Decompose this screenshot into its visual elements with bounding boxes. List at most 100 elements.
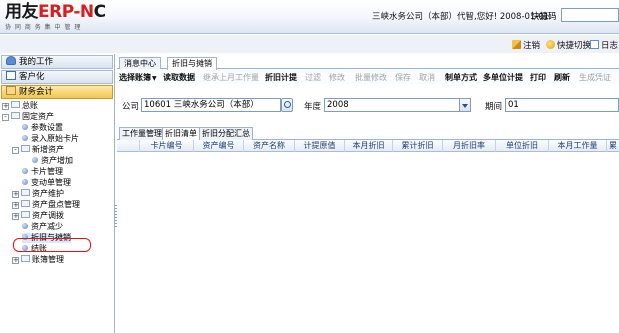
tree-item-enter-original-cards[interactable]: 录入原始卡片 xyxy=(22,134,79,144)
tree-item-change-order-management[interactable]: 变动单管理 xyxy=(22,178,71,188)
nav-header-finance[interactable]: 财务会计 xyxy=(1,85,113,99)
chevron-down-icon: ▼ xyxy=(152,75,157,82)
finance-icon xyxy=(6,86,16,95)
select-ledger-button[interactable]: 选择账簿▼ xyxy=(119,72,157,83)
collapse-icon[interactable]: - xyxy=(2,114,9,121)
search-icon[interactable] xyxy=(281,98,293,112)
expand-icon[interactable]: + xyxy=(12,191,19,198)
chevron-down-icon[interactable] xyxy=(459,98,471,112)
leaf-icon xyxy=(22,168,28,174)
column-header-accumulated[interactable]: 累 xyxy=(607,140,619,152)
grid-body[interactable] xyxy=(117,152,619,333)
tab-depreciation-amortization[interactable]: 折旧与摊销 xyxy=(167,57,217,70)
select-ledger-label: 选择账簿 xyxy=(119,73,151,82)
nav-header-label: 客户化 xyxy=(19,72,45,82)
company-field[interactable]: 10601 三峡水务公司（本部） xyxy=(141,98,281,112)
column-header-monthly-rate[interactable]: 月折旧率 xyxy=(443,140,496,152)
company-label: 公司 xyxy=(122,102,140,112)
tree-item-label: 账簿管理 xyxy=(32,255,64,264)
tree-item-fixed-assets[interactable]: - 固定资产 xyxy=(2,112,54,122)
log-link[interactable]: 日志 xyxy=(590,39,618,51)
tab-depreciation-allocation-summary[interactable]: 折旧分配汇总 xyxy=(199,127,253,140)
customize-icon xyxy=(6,71,16,80)
expand-icon[interactable]: + xyxy=(12,213,19,220)
read-data-button[interactable]: 读取数据 xyxy=(163,72,195,83)
period-select[interactable]: 01 xyxy=(505,98,619,112)
quick-code-input[interactable] xyxy=(561,8,619,22)
inherit-last-month-workload-button[interactable]: 继承上月工作量 xyxy=(203,72,259,83)
document-tabs: 消息中心 折旧与摊销 xyxy=(117,57,619,70)
batch-modify-button[interactable]: 批量修改 xyxy=(355,72,387,83)
tree-item-closing[interactable]: 结账 xyxy=(22,244,47,254)
column-header-card-no[interactable]: 卡片编号 xyxy=(140,140,194,152)
toolbar: 选择账簿▼ 读取数据 继承上月工作量 折旧计提 过滤 修改 批量修改 保存 取消… xyxy=(117,70,619,84)
modify-button[interactable]: 修改 xyxy=(329,72,345,83)
tree-item-label: 资产减少 xyxy=(31,222,63,231)
quick-switch-link[interactable]: 快捷切换 xyxy=(546,39,591,51)
logo-text-black: 用友 xyxy=(5,2,39,22)
app-logo: 用友ERP-NC 协 同 商 务 集 中 管 理 xyxy=(5,3,106,31)
filter-button[interactable]: 过滤 xyxy=(305,72,321,83)
column-header-monthly-depreciation[interactable]: 本月折旧 xyxy=(345,140,393,152)
tree-item-label: 资产盘点管理 xyxy=(32,200,80,209)
tree-item-label: 资产维护 xyxy=(32,189,64,198)
voucher-method-button[interactable]: 制单方式 xyxy=(445,72,477,83)
tree-item-depreciation-amortization[interactable]: 折旧与摊销 xyxy=(22,233,71,243)
tree-item-asset-maintenance[interactable]: + 资产维护 xyxy=(12,189,64,199)
folder-icon xyxy=(21,255,30,262)
log-label: 日志 xyxy=(601,41,619,51)
tree-item-asset-inventory[interactable]: + 资产盘点管理 xyxy=(12,200,80,210)
refresh-button[interactable]: 刷新 xyxy=(554,72,570,83)
column-header-unit-depreciation[interactable]: 单位折旧 xyxy=(496,140,549,152)
my-work-icon xyxy=(6,56,16,65)
logout-link[interactable]: 注销 xyxy=(512,39,540,51)
tree-item-asset-transfer[interactable]: + 资产调拨 xyxy=(12,211,64,221)
tree-item-label: 变动单管理 xyxy=(31,178,71,187)
quick-code-label: 快捷码 xyxy=(531,12,557,22)
nav-header-customize[interactable]: 客户化 xyxy=(1,70,113,84)
generate-voucher-button[interactable]: 生成凭证 xyxy=(579,72,611,83)
depreciation-accrual-button[interactable]: 折旧计提 xyxy=(265,72,297,83)
tab-message-center[interactable]: 消息中心 xyxy=(119,57,161,69)
save-button[interactable]: 保存 xyxy=(395,72,411,83)
column-header-accumulated-depreciation[interactable]: 累计折旧 xyxy=(393,140,443,152)
tree-item-ledger-management[interactable]: + 账簿管理 xyxy=(12,255,64,265)
tree-item-label: 录入原始卡片 xyxy=(31,134,79,143)
leaf-icon xyxy=(22,135,28,141)
expand-icon[interactable]: + xyxy=(12,202,19,209)
collapse-icon[interactable]: - xyxy=(12,147,19,154)
tree-item-asset-reduction[interactable]: 资产减少 xyxy=(22,222,63,232)
leaf-icon xyxy=(22,223,28,229)
expand-icon[interactable]: + xyxy=(12,257,19,264)
column-header-asset-name[interactable]: 资产名称 xyxy=(244,140,295,152)
nav-header-my-work[interactable]: 我的工作 xyxy=(1,55,113,69)
column-header-asset-no[interactable]: 资产编号 xyxy=(194,140,244,152)
sub-tabs: 工作量管理 折旧清单 折旧分配汇总 xyxy=(117,127,619,141)
year-select[interactable]: 2008 xyxy=(324,98,471,112)
tree-item-asset-addition[interactable]: 资产增加 xyxy=(32,156,73,166)
tree-item-card-management[interactable]: 卡片管理 xyxy=(22,167,63,177)
logo-text-black2: C xyxy=(93,2,106,22)
tree-item-parameter-settings[interactable]: 参数设置 xyxy=(22,123,63,133)
cancel-button[interactable]: 取消 xyxy=(419,72,435,83)
switch-icon xyxy=(546,40,555,49)
top-banner: 用友ERP-NC 协 同 商 务 集 中 管 理 三峡水务公司（本部）代智,您好… xyxy=(0,0,619,34)
left-nav-panel: 我的工作 客户化 财务会计 + 总账 - 固定资产 参数设置 录入原始卡片 - 新增资… xyxy=(0,54,115,333)
expand-icon[interactable]: + xyxy=(2,103,9,110)
tab-workload-management[interactable]: 工作量管理 xyxy=(119,127,165,140)
tab-depreciation-list[interactable]: 折旧清单 xyxy=(162,127,200,141)
folder-icon xyxy=(21,211,30,218)
tree-item-label: 结账 xyxy=(31,244,47,253)
print-button[interactable]: 打印 xyxy=(530,72,546,83)
nav-header-label: 财务会计 xyxy=(19,87,54,97)
folder-icon xyxy=(11,101,20,108)
folder-icon xyxy=(21,200,30,207)
column-header-monthly-workload[interactable]: 本月工作量 xyxy=(549,140,607,152)
multi-unit-accrual-button[interactable]: 多单位计提 xyxy=(483,72,523,83)
leaf-icon xyxy=(32,157,38,163)
column-header-original-value[interactable]: 计提原值 xyxy=(295,140,345,152)
tree-item-general-ledger[interactable]: + 总账 xyxy=(2,101,38,111)
leaf-icon xyxy=(22,179,28,185)
logout-label: 注销 xyxy=(523,41,541,51)
tree-item-new-assets[interactable]: - 新增资产 xyxy=(12,145,64,155)
